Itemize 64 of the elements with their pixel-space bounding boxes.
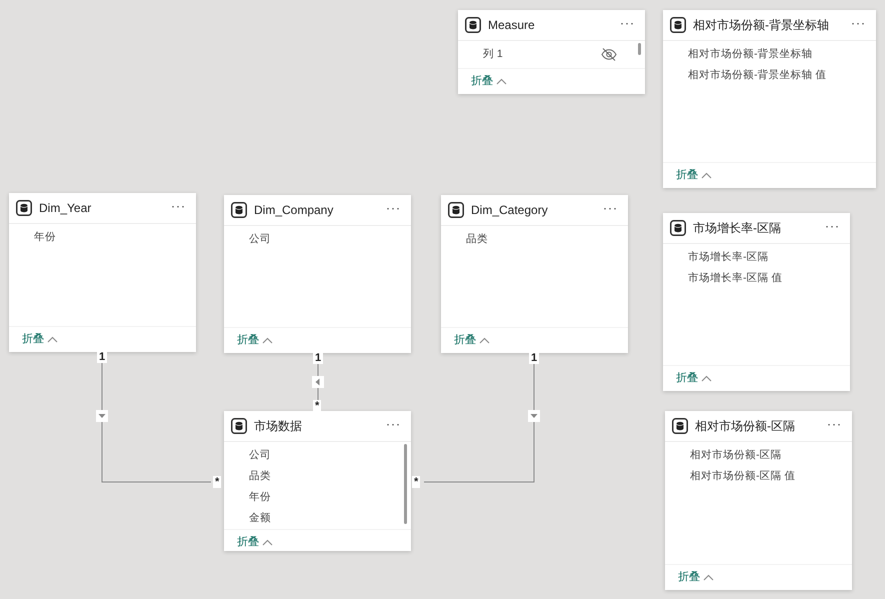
collapse-button[interactable]: 折叠 [237,332,273,349]
table-title: 相对市场份额-背景坐标轴 [693,17,830,34]
field-name[interactable]: 金额 [249,510,383,526]
field-name[interactable]: 品类 [466,232,600,248]
field-name[interactable]: 相对市场份额-背景坐标轴 [688,46,848,62]
caret-up-icon [701,172,712,179]
caret-up-icon [479,337,490,344]
collapse-button[interactable]: 折叠 [678,569,714,586]
collapse-button[interactable]: 折叠 [22,331,58,348]
table-icon [672,418,688,434]
more-options-button[interactable]: ··· [386,202,401,218]
field-name[interactable]: 相对市场份额-区隔 [690,448,824,464]
table-title: 相对市场份额-区隔 [695,418,796,435]
table-title: Dim_Category [471,202,549,219]
field-name[interactable]: 相对市场份额-背景坐标轴 值 [688,68,848,84]
more-options-button[interactable]: ··· [827,418,842,434]
table-icon [16,200,32,216]
field-name[interactable]: 公司 [249,448,383,464]
collapse-button[interactable]: 折叠 [676,167,712,184]
table-title: Dim_Year [39,200,92,217]
more-options-button[interactable]: ··· [603,202,618,218]
table-title: 市场数据 [254,418,303,435]
table-icon [231,418,247,434]
table-title: Dim_Company [254,202,334,219]
more-options-button[interactable]: ··· [171,200,186,216]
collapse-button[interactable]: 折叠 [676,370,712,387]
table-icon [670,220,686,236]
field-name[interactable]: 公司 [249,232,383,248]
field-name[interactable]: 年份 [34,230,168,246]
scrollbar[interactable] [404,444,407,524]
caret-up-icon [262,337,273,344]
field-name[interactable]: 年份 [249,490,383,506]
field-name[interactable]: 相对市场份额-区隔 值 [690,468,824,484]
caret-up-icon [701,375,712,382]
scrollbar[interactable] [638,43,641,55]
caret-up-icon [262,539,273,546]
field-name[interactable]: 品类 [249,468,383,484]
table-icon [231,202,247,218]
relationship-line[interactable] [102,422,212,482]
more-options-button[interactable]: ··· [825,220,840,236]
table-title: 市场增长率-区隔 [693,220,782,237]
cardinality-label: 1 [529,352,540,364]
field-name[interactable]: 列 1 [483,46,601,62]
table-icon [670,17,686,33]
more-options-button[interactable]: ··· [386,418,401,434]
table-icon [448,202,464,218]
collapse-button[interactable]: 折叠 [471,73,507,90]
table-icon [465,17,481,33]
table-title: Measure [488,17,536,34]
collapse-button[interactable]: 折叠 [237,534,273,551]
caret-up-icon [496,78,507,85]
caret-up-icon [47,336,58,343]
field-name[interactable]: 市场增长率-区隔 [688,250,822,266]
collapse-button[interactable]: 折叠 [454,332,490,349]
cardinality-label: * [313,400,322,412]
cardinality-label: * [213,476,222,488]
caret-up-icon [703,574,714,581]
cardinality-label: 1 [97,351,108,363]
cardinality-label: 1 [313,352,324,364]
relationship-line[interactable] [424,422,534,482]
more-options-button[interactable]: ··· [620,17,635,33]
field-name[interactable]: 市场增长率-区隔 值 [688,270,822,286]
cardinality-label: * [412,476,420,488]
more-options-button[interactable]: ··· [851,17,866,33]
